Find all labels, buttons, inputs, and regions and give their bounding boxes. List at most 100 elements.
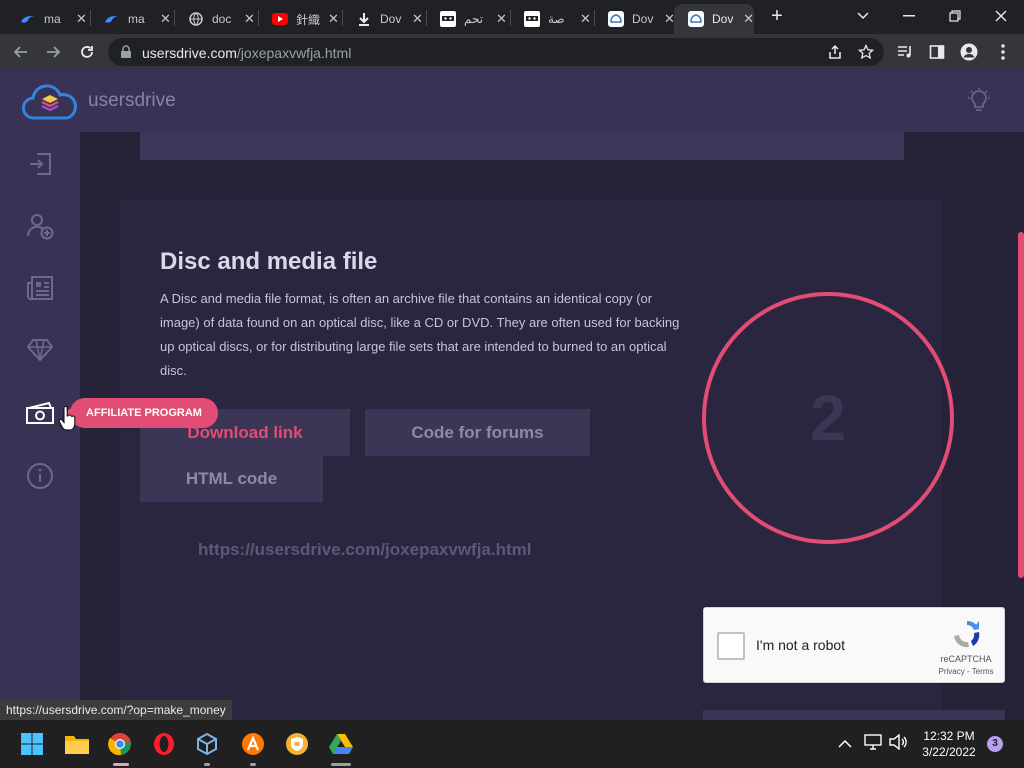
edge-icon — [104, 11, 120, 27]
media-queue-icon — [898, 46, 911, 58]
notification-badge[interactable]: 3 — [987, 736, 1003, 752]
sidebar-item-register[interactable] — [24, 210, 56, 242]
sidebar-item-affiliate[interactable] — [24, 397, 56, 429]
tab-close-icon[interactable]: ✕ — [580, 11, 591, 27]
profile-button[interactable] — [956, 39, 982, 65]
tab-close-icon[interactable]: ✕ — [496, 11, 507, 27]
taskbar-virtualbox[interactable] — [191, 728, 223, 760]
browser-tab-active[interactable]: Dov ✕ — [674, 4, 754, 34]
brand-name[interactable]: usersdrive — [88, 90, 176, 112]
forward-button[interactable] — [40, 39, 66, 65]
browser-tab[interactable]: 針織 ✕ — [258, 4, 339, 34]
browser-tab[interactable]: doc ✕ — [174, 4, 255, 34]
web-page: usersdrive Disc and media file A Disc an… — [0, 70, 1024, 720]
menu-button[interactable] — [990, 39, 1016, 65]
recaptcha-logo-icon — [954, 621, 980, 648]
taskbar-google-drive[interactable] — [325, 728, 357, 760]
theme-toggle-button[interactable] — [966, 88, 992, 119]
forward-arrow-icon — [47, 46, 61, 58]
browser-toolbar: usersdrive.com/joxepaxvwfja.html — [0, 34, 1024, 70]
minimize-icon — [903, 15, 915, 17]
browser-tab[interactable]: ma ✕ — [90, 4, 171, 34]
usersdrive-icon — [688, 11, 704, 27]
taskbar-file-explorer[interactable] — [61, 728, 93, 760]
site-logo[interactable] — [22, 82, 78, 127]
minimize-button[interactable] — [886, 0, 932, 32]
recaptcha-checkbox[interactable] — [717, 632, 745, 660]
recaptcha-privacy-terms[interactable]: Privacy - Terms — [930, 667, 1002, 676]
tab-close-icon[interactable]: ✕ — [160, 11, 171, 27]
show-hidden-icons-button[interactable] — [838, 736, 852, 754]
volume-control[interactable] — [888, 733, 908, 755]
clock-date: 3/22/2022 — [922, 745, 976, 759]
ninja-icon — [524, 11, 540, 27]
tab-close-icon[interactable]: ✕ — [412, 11, 423, 27]
system-clock[interactable]: 12:32 PM 3/22/2022 — [914, 728, 984, 760]
tab-close-icon[interactable]: ✕ — [244, 11, 255, 27]
reload-button[interactable] — [74, 39, 100, 65]
clock-time: 12:32 PM — [923, 729, 975, 743]
browser-tab[interactable]: ma ✕ — [6, 4, 87, 34]
taskbar-active-indicator — [331, 763, 351, 766]
url-text[interactable]: usersdrive.com/joxepaxvwfja.html — [142, 45, 351, 61]
bookmark-button[interactable] — [853, 39, 879, 65]
ninja-icon — [440, 11, 456, 27]
side-panel-button[interactable] — [924, 39, 950, 65]
share-icon — [829, 44, 841, 59]
taskbar-opera[interactable] — [148, 728, 180, 760]
star-icon — [858, 44, 874, 60]
tab-search-button[interactable] — [840, 0, 886, 32]
code-for-forums-button[interactable]: Code for forums — [365, 409, 590, 456]
media-control-button[interactable] — [892, 39, 918, 65]
recaptcha-brand: reCAPTCHA — [940, 654, 992, 664]
chevron-up-icon — [838, 739, 852, 748]
html-code-button[interactable]: HTML code — [140, 455, 323, 502]
tab-close-icon[interactable]: ✕ — [328, 11, 339, 27]
tab-title: 針織 — [296, 12, 320, 27]
address-bar[interactable]: usersdrive.com/joxepaxvwfja.html — [108, 38, 884, 66]
browser-tab[interactable]: تحم ✕ — [426, 4, 507, 34]
diamond-icon — [26, 339, 54, 362]
lock-icon[interactable] — [120, 45, 132, 59]
share-button[interactable] — [822, 39, 848, 65]
new-tab-button[interactable]: + — [766, 5, 788, 27]
hand-cursor-icon — [58, 406, 76, 431]
taskbar-active-indicator — [113, 763, 129, 766]
lightbulb-icon — [968, 88, 990, 111]
close-icon — [995, 10, 1007, 22]
start-button[interactable] — [16, 728, 48, 760]
file-type-title: Disc and media file — [160, 248, 378, 275]
sidebar-item-premium[interactable] — [24, 334, 56, 366]
youtube-icon — [272, 11, 288, 27]
login-icon — [30, 153, 51, 175]
sidebar-item-login[interactable] — [24, 148, 56, 180]
file-link-text[interactable]: https://usersdrive.com/joxepaxvwfja.html — [198, 540, 531, 560]
shield-icon — [286, 733, 308, 755]
tab-title: Dov — [712, 12, 734, 26]
restore-button[interactable] — [932, 0, 978, 32]
network-status[interactable] — [864, 734, 882, 755]
browser-tab[interactable]: Dov ✕ — [342, 4, 423, 34]
url-domain: usersdrive.com — [142, 45, 237, 61]
taskbar-avast[interactable] — [237, 728, 269, 760]
browser-tab[interactable]: Dov ✕ — [594, 4, 675, 34]
file-type-description: A Disc and media file format, is often a… — [160, 291, 680, 378]
reload-icon — [81, 46, 93, 58]
tab-close-icon[interactable]: ✕ — [743, 11, 754, 27]
url-path: /joxepaxvwfja.html — [236, 45, 352, 61]
virtualbox-icon — [197, 732, 217, 756]
add-user-icon — [26, 214, 54, 240]
sidebar-item-info[interactable] — [24, 460, 56, 492]
taskbar-security-app[interactable] — [281, 728, 313, 760]
sidebar-item-news[interactable] — [24, 272, 56, 304]
page-scrollbar-thumb[interactable] — [1018, 232, 1024, 578]
taskbar-chrome[interactable] — [104, 728, 136, 760]
browser-tab[interactable]: صة ✕ — [510, 4, 591, 34]
tab-title: صة — [548, 12, 565, 26]
globe-icon — [188, 11, 204, 27]
news-icon — [27, 276, 53, 301]
close-window-button[interactable] — [978, 0, 1024, 32]
google-drive-icon — [329, 734, 353, 754]
back-button[interactable] — [8, 39, 34, 65]
tab-close-icon[interactable]: ✕ — [76, 11, 87, 27]
